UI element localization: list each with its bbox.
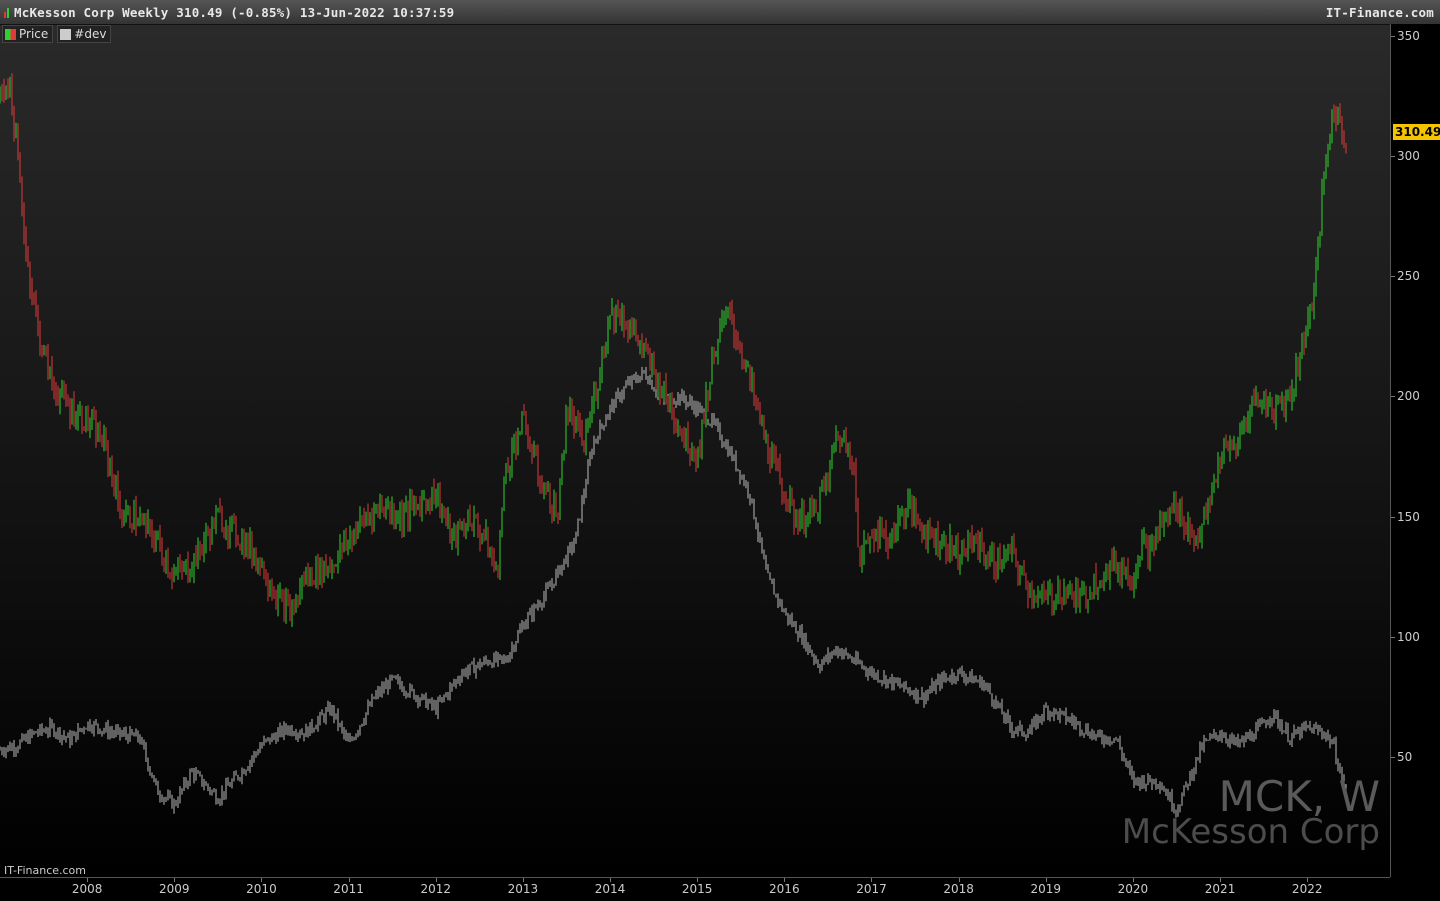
price-swatch-icon [5, 28, 16, 40]
y-tick-mark [1391, 756, 1395, 758]
legend-item-dev[interactable]: #dev [57, 25, 112, 43]
chart-type-icon [4, 7, 9, 18]
x-tick-label: 2014 [594, 882, 626, 896]
y-tick-mark [1391, 516, 1395, 518]
x-tick-label: 2008 [71, 882, 103, 896]
last-price-badge: 310.49 [1393, 124, 1440, 140]
x-tick-label: 2019 [1030, 882, 1062, 896]
watermark-company: McKesson Corp [1121, 812, 1380, 852]
source-label: IT-Finance.com [4, 864, 86, 877]
x-tick-label: 2012 [420, 882, 452, 896]
chart-title: McKesson Corp Weekly 310.49 (-0.85%) 13-… [14, 4, 455, 20]
y-tick-label: 300 [1397, 149, 1420, 164]
series-price [0, 366, 1347, 818]
y-tick-mark [1391, 276, 1395, 278]
y-tick-mark [1391, 36, 1395, 37]
legend-item-price[interactable]: Price [2, 25, 54, 43]
price-chart[interactable] [0, 0, 1390, 900]
x-tick-label: 2015 [681, 882, 713, 896]
y-axis[interactable]: 50 100 150 200 250 300 350 [1390, 24, 1440, 877]
y-tick-mark [1391, 156, 1395, 158]
x-tick-label: 2013 [507, 882, 539, 896]
y-tick-label: 350 [1397, 29, 1420, 43]
x-tick-label: 2011 [333, 882, 364, 896]
y-tick-label: 50 [1397, 749, 1413, 764]
y-tick-mark [1391, 636, 1395, 638]
x-tick-label: 2016 [769, 882, 800, 896]
y-tick-mark [1391, 396, 1395, 398]
title-bar: McKesson Corp Weekly 310.49 (-0.85%) 13-… [0, 0, 1440, 25]
x-tick-label: 2017 [856, 882, 887, 896]
x-tick-label: 2018 [943, 882, 974, 896]
dev-swatch-icon [60, 28, 72, 40]
x-tick-label: 2010 [246, 882, 277, 896]
y-tick-label: 100 [1397, 629, 1420, 644]
chart-area[interactable]: McKesson Corp Weekly 310.49 (-0.85%) 13-… [0, 0, 1440, 901]
series-dev [0, 73, 1347, 628]
x-axis[interactable]: 2008 2009 2010 2011 2012 2013 2014 2015 2016 2017… [0, 877, 1390, 901]
x-tick-label: 2021 [1204, 882, 1236, 896]
y-tick-label: 200 [1397, 389, 1420, 404]
y-tick-label: 150 [1397, 509, 1420, 524]
y-tick-label: 250 [1397, 269, 1420, 284]
x-tick-label: 2020 [1117, 882, 1149, 896]
site-name[interactable]: IT-Finance.com [1326, 5, 1440, 20]
x-tick-label: 2009 [159, 882, 190, 896]
legend-label-dev: #dev [74, 27, 107, 41]
x-tick-label: 2022 [1291, 882, 1323, 896]
legend-label-price: Price [19, 27, 49, 41]
title-left: McKesson Corp Weekly 310.49 (-0.85%) 13-… [0, 5, 454, 20]
legend: Price #dev [2, 25, 112, 43]
